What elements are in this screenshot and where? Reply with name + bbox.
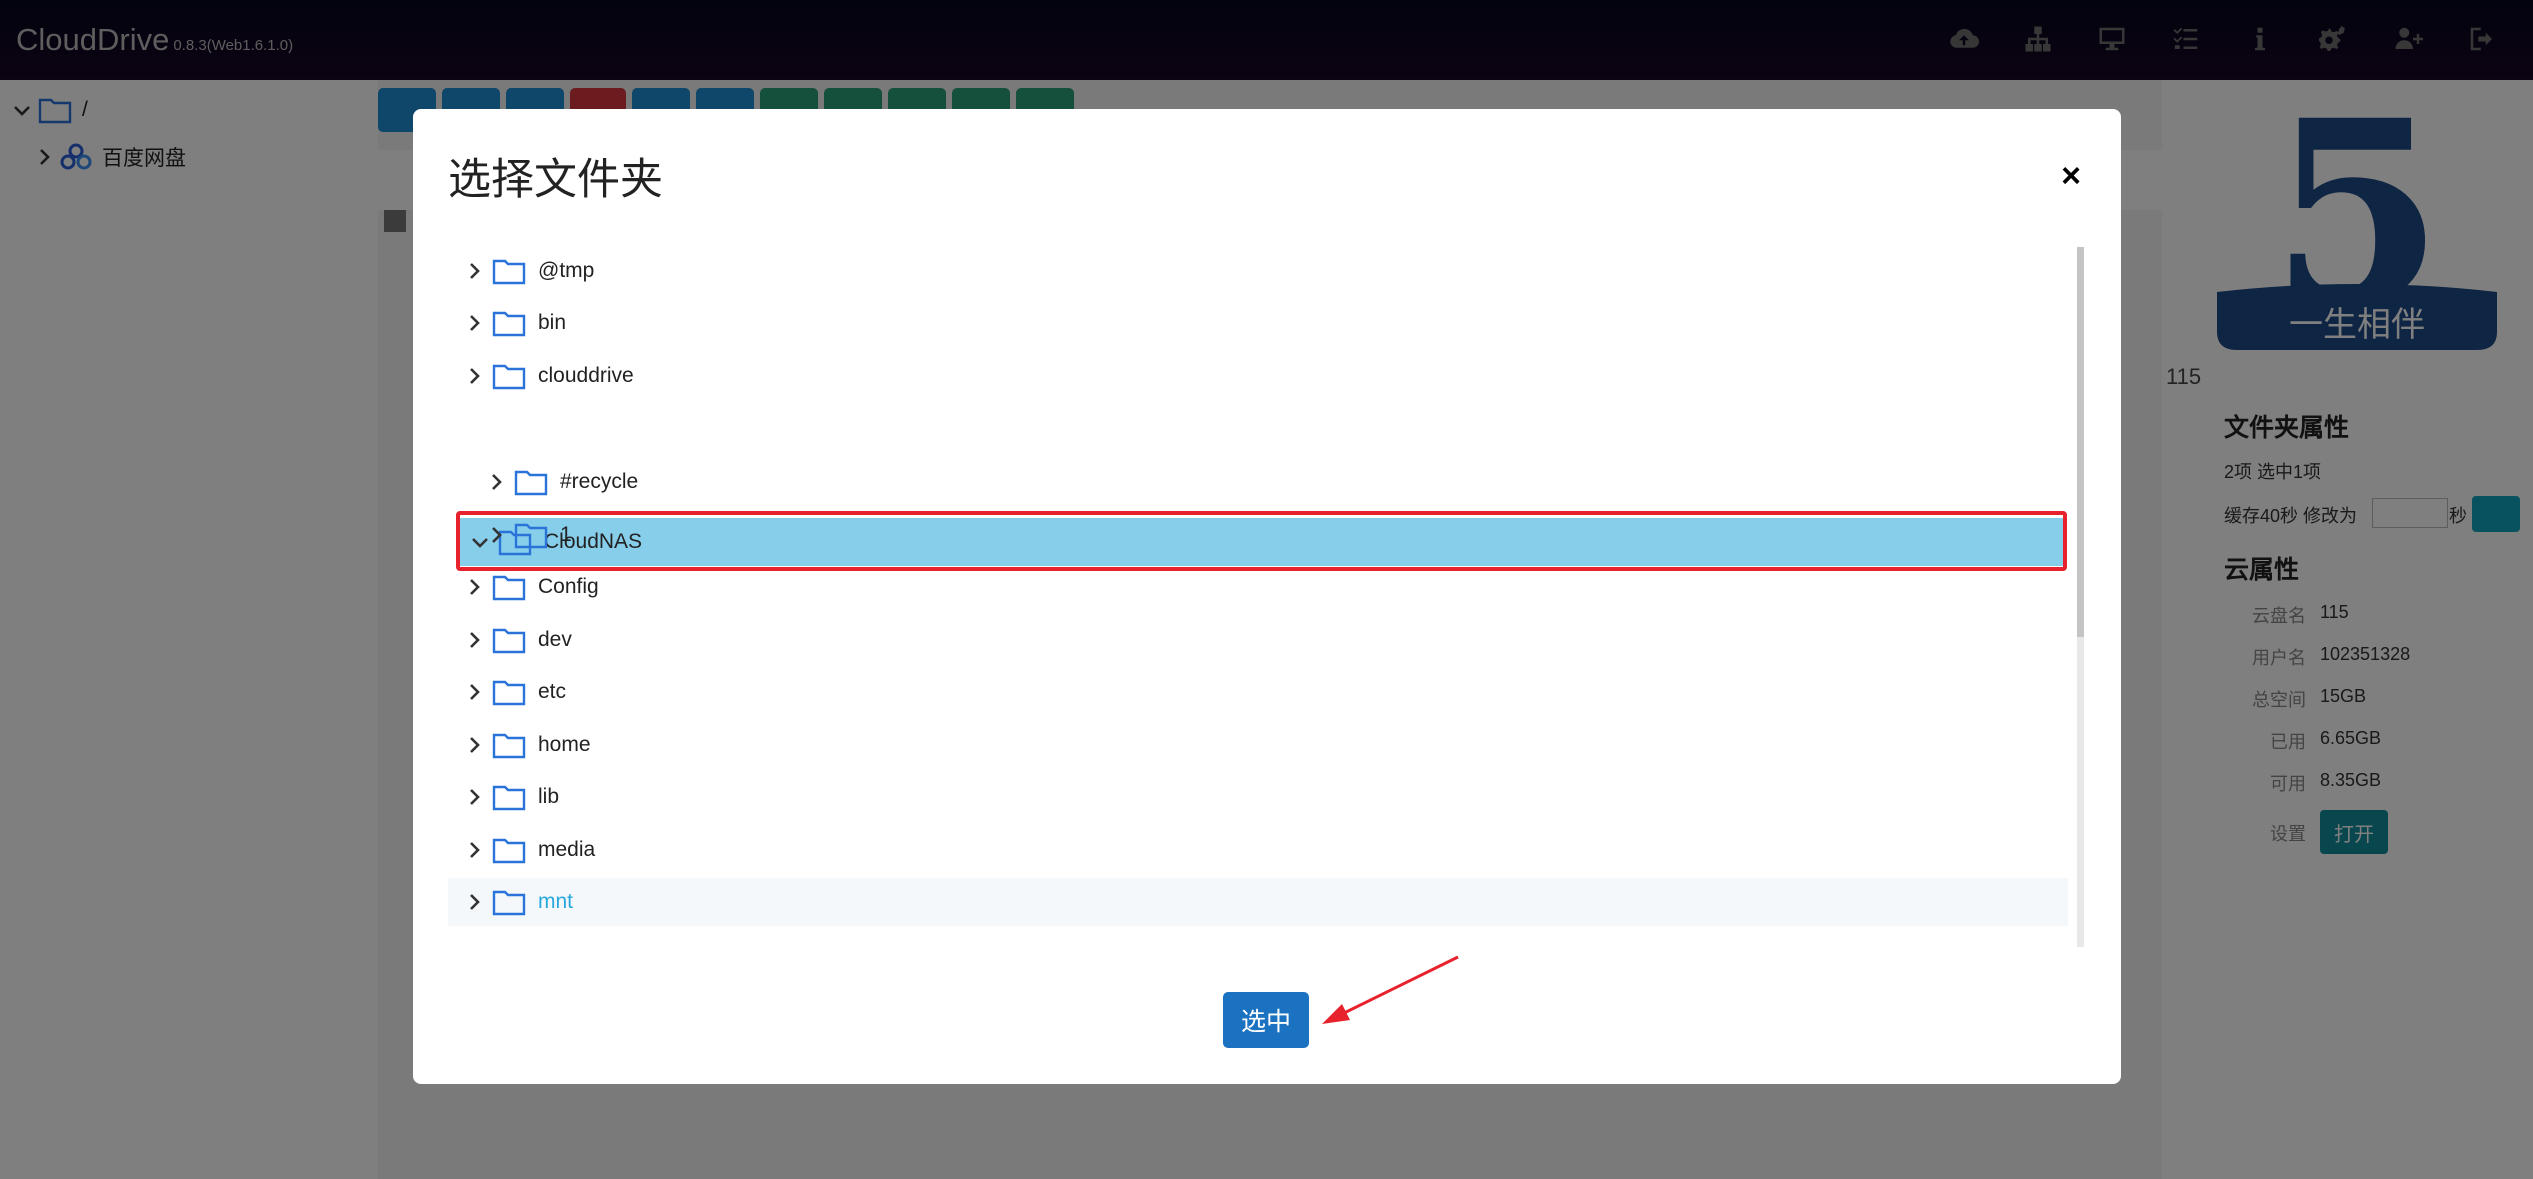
folder-row-lib[interactable]: lib — [448, 773, 2068, 821]
highlight-outline — [456, 511, 2067, 571]
folder-icon — [492, 890, 526, 916]
folder-row-tmp[interactable]: @tmp — [448, 247, 2068, 295]
folder-label: Config — [538, 575, 599, 598]
chevron-right-icon[interactable] — [464, 366, 484, 386]
select-folder-dialog: 选择文件夹 × @tmp bin clouddrive CloudNAS #re… — [413, 109, 2121, 1084]
folder-icon — [514, 470, 548, 496]
folder-row-bin[interactable]: bin — [448, 299, 2068, 347]
chevron-right-icon[interactable] — [464, 892, 484, 912]
folder-label: mnt — [538, 890, 574, 913]
chevron-right-icon[interactable] — [464, 735, 484, 755]
folder-icon — [492, 311, 526, 337]
chevron-right-icon[interactable] — [464, 787, 484, 807]
close-button[interactable]: × — [2061, 157, 2081, 196]
folder-icon — [492, 733, 526, 759]
folder-tree: @tmp bin clouddrive CloudNAS #recycle 1 — [448, 247, 2084, 952]
chevron-right-icon[interactable] — [464, 682, 484, 702]
folder-icon — [492, 680, 526, 706]
chevron-right-icon[interactable] — [464, 840, 484, 860]
folder-icon — [492, 838, 526, 864]
chevron-right-icon[interactable] — [464, 630, 484, 650]
folder-label: @tmp — [538, 259, 595, 282]
folder-icon — [492, 575, 526, 601]
folder-row-mnt[interactable]: mnt — [448, 878, 2068, 926]
folder-label: etc — [538, 680, 567, 703]
chevron-right-icon[interactable] — [486, 472, 506, 492]
folder-row-media[interactable]: media — [448, 826, 2068, 874]
folder-row-clouddrive[interactable]: clouddrive — [448, 352, 2068, 400]
folder-icon — [492, 785, 526, 811]
chevron-right-icon[interactable] — [464, 313, 484, 333]
folder-row-etc[interactable]: etc — [448, 668, 2068, 716]
folder-label: media — [538, 838, 596, 861]
folder-label: clouddrive — [538, 364, 634, 387]
chevron-right-icon[interactable] — [464, 577, 484, 597]
folder-label: #recycle — [560, 470, 639, 493]
dialog-title: 选择文件夹 — [448, 156, 663, 204]
folder-row-dev[interactable]: dev — [448, 616, 2068, 664]
folder-icon — [492, 628, 526, 654]
folder-label: dev — [538, 628, 572, 651]
vertical-scrollbar-thumb[interactable] — [2077, 247, 2084, 637]
folder-label: lib — [538, 785, 560, 808]
folder-icon — [492, 259, 526, 285]
folder-icon — [492, 364, 526, 390]
chevron-right-icon[interactable] — [464, 261, 484, 281]
folder-row-recycle[interactable]: #recycle — [448, 458, 2068, 506]
select-button[interactable]: 选中 — [1223, 992, 1309, 1048]
folder-row-home[interactable]: home — [448, 721, 2068, 769]
folder-label: home — [538, 733, 591, 756]
folder-label: bin — [538, 311, 567, 334]
